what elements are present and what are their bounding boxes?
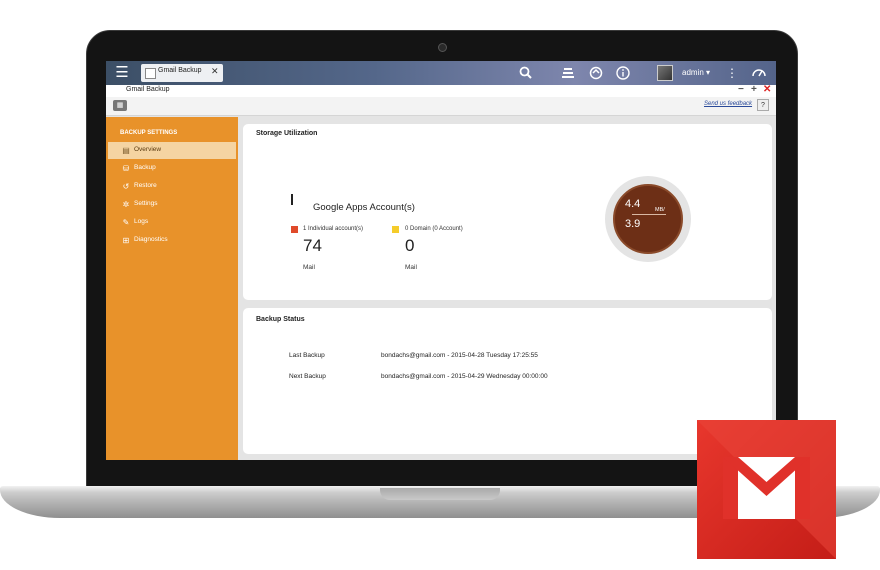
avatar[interactable] (657, 65, 673, 81)
sidebar-item-diagnostics[interactable]: ⊞ Diagnostics (108, 232, 236, 249)
accounts-heading: Google Apps Account(s) (313, 202, 415, 213)
sidebar-item-label: Diagnostics (134, 236, 168, 243)
gauge-divider (632, 214, 666, 215)
sync-icon[interactable] (588, 65, 604, 81)
individual-mail-count: 74 (303, 236, 322, 255)
chevron-down-icon: ▾ (706, 68, 711, 77)
last-backup-value: bondachs@gmail.com - 2015-04-28 Tuesday … (381, 352, 538, 359)
sidebar-item-backup[interactable]: ⛁ Backup (108, 160, 236, 177)
app-icon (145, 68, 156, 79)
sidebar-item-restore[interactable]: ↺ Restore (108, 178, 236, 195)
sidebar: BACKUP SETTINGS ▤ Overview ⛁ Backup ↺ Re… (106, 117, 238, 460)
close-window-icon[interactable]: ✕ (763, 84, 771, 96)
next-backup-value: bondachs@gmail.com - 2015-04-29 Wednesda… (381, 373, 548, 380)
restore-icon: ↺ (122, 182, 130, 191)
close-tab-icon[interactable]: ✕ (211, 66, 219, 77)
storage-gauge: 4.4 MB/ 3.9 (613, 184, 683, 254)
individual-mail-unit: Mail (303, 264, 315, 271)
gear-icon: ✲ (122, 200, 130, 209)
tab-label: Gmail Backup (158, 67, 202, 74)
sidebar-heading: BACKUP SETTINGS (120, 130, 178, 136)
minimize-icon[interactable]: − (738, 84, 744, 96)
maximize-icon[interactable]: + (751, 84, 757, 96)
gauge-unit: MB/ (655, 207, 665, 213)
screen: ☰ Gmail Backup ✕ admin ▾ ⋮ Gmail Backup (106, 61, 776, 460)
next-backup-label: Next Backup (289, 373, 326, 380)
panel-title: Backup Status (256, 316, 305, 323)
backup-icon: ⛁ (122, 164, 130, 173)
domain-mail-count: 0 (405, 236, 415, 255)
diagnostics-icon: ⊞ (122, 236, 130, 245)
sidebar-item-label: Logs (134, 218, 149, 225)
storage-utilization-panel: Storage Utilization Google Apps Account(… (243, 124, 772, 300)
logs-icon: ✎ (122, 218, 130, 227)
webcam (438, 43, 447, 52)
gauge-bottom-value: 3.9 (625, 218, 641, 230)
app-title: Gmail Backup (126, 86, 170, 93)
tab-gmail-backup[interactable]: Gmail Backup ✕ (141, 64, 223, 82)
top-bar: ☰ Gmail Backup ✕ admin ▾ ⋮ (106, 61, 776, 85)
laptop-notch (380, 488, 500, 500)
stack-icon[interactable] (560, 65, 576, 81)
dashboard-gauge-icon[interactable] (751, 65, 767, 81)
sidebar-item-label: Settings (134, 200, 158, 207)
overview-icon: ▤ (122, 146, 130, 155)
individual-legend-swatch (291, 226, 298, 233)
send-feedback-link[interactable]: Send us feedback (704, 101, 752, 107)
sidebar-item-label: Restore (134, 182, 157, 189)
domain-legend-swatch (392, 226, 399, 233)
individual-accounts-label: 1 Individual account(s) (303, 226, 364, 232)
domain-mail-unit: Mail (405, 264, 417, 271)
sidebar-item-label: Backup (134, 164, 156, 171)
sidebar-item-logs[interactable]: ✎ Logs (108, 214, 236, 231)
app-title-bar: Gmail Backup − + ✕ (106, 84, 776, 97)
user-menu[interactable]: admin ▾ (682, 68, 710, 77)
panel-title: Storage Utilization (256, 130, 318, 137)
domain-accounts-label: 0 Domain (0 Account) (405, 226, 463, 232)
calendar-icon[interactable]: ▦ (113, 100, 127, 111)
search-icon[interactable] (518, 65, 534, 81)
sidebar-item-label: Overview (134, 146, 162, 153)
backup-status-panel: Backup Status Last Backup bondachs@gmail… (243, 308, 772, 454)
last-backup-label: Last Backup (289, 352, 325, 359)
more-options-icon[interactable]: ⋮ (724, 65, 740, 81)
gmail-logo-icon (697, 420, 836, 559)
help-button[interactable]: ? (757, 99, 769, 111)
text-cursor (291, 194, 293, 205)
sidebar-item-overview[interactable]: ▤ Overview (108, 142, 236, 159)
sidebar-item-settings[interactable]: ✲ Settings (108, 196, 236, 213)
info-icon[interactable] (615, 65, 631, 81)
gauge-top-value: 4.4 (625, 198, 641, 210)
username: admin (682, 68, 704, 77)
hamburger-menu-icon[interactable]: ☰ (114, 64, 130, 82)
toolbar: ▦ Send us feedback ? (106, 97, 776, 116)
